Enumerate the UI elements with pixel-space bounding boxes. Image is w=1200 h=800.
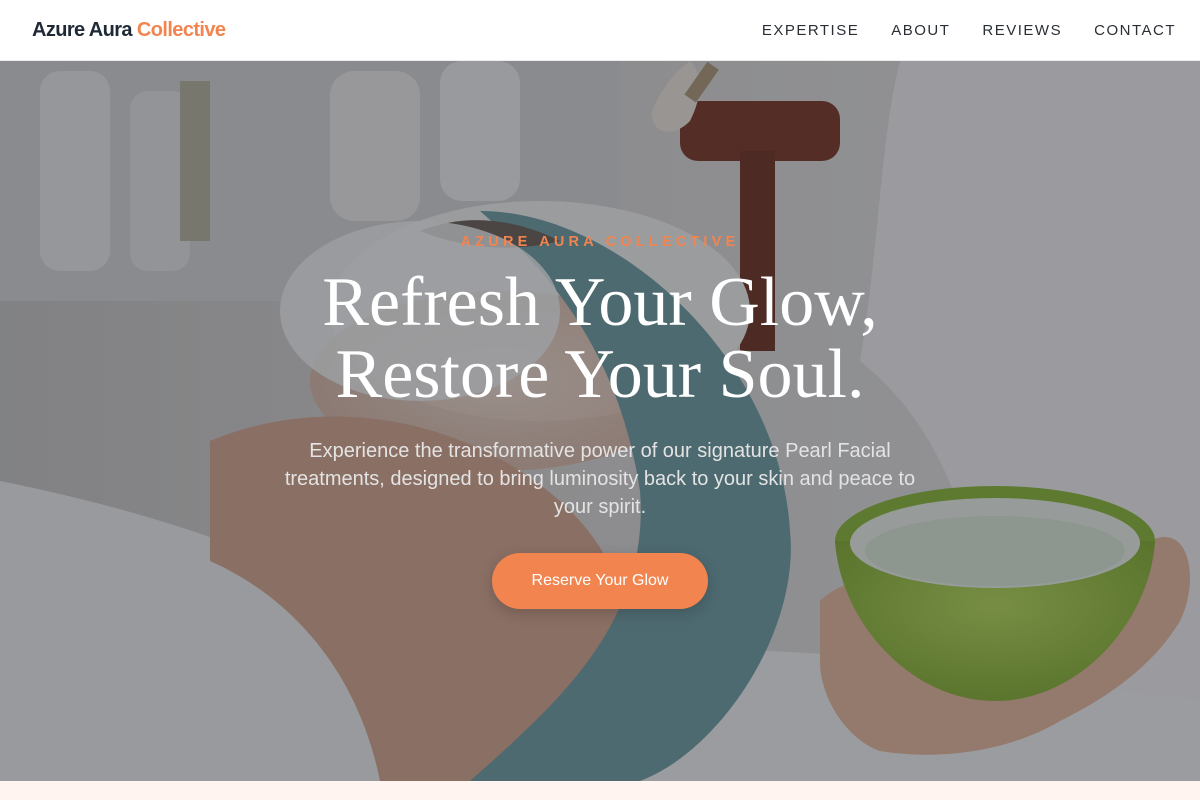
nav-link-contact[interactable]: CONTACT [1094, 22, 1176, 39]
hero-kicker: AZURE AURA COLLECTIVE [460, 234, 740, 250]
nav-link-reviews[interactable]: REVIEWS [982, 22, 1062, 39]
main-nav: EXPERTISE ABOUT REVIEWS CONTACT [762, 22, 1176, 39]
reserve-glow-button[interactable]: Reserve Your Glow [492, 553, 708, 609]
logo-text-primary: Azure Aura [32, 18, 133, 41]
hero-subtitle: Experience the transformative power of o… [284, 440, 916, 518]
next-section-edge [0, 781, 1200, 800]
hero-headline-line1: Refresh Your Glow, [322, 264, 878, 341]
hero-headline-line2: Restore Your Soul. [335, 336, 865, 413]
site-header: Azure Aura Collective EXPERTISE ABOUT RE… [0, 0, 1200, 61]
hero-headline: Refresh Your Glow, Restore Your Soul. [0, 267, 1200, 411]
logo-text-accent: Collective [136, 18, 226, 41]
hero-section: AZURE AURA COLLECTIVE Refresh Your Glow,… [0, 61, 1200, 781]
site-logo[interactable]: Azure Aura Collective [32, 18, 226, 42]
hero-content: AZURE AURA COLLECTIVE Refresh Your Glow,… [0, 61, 1200, 781]
nav-link-about[interactable]: ABOUT [891, 22, 950, 39]
nav-link-expertise[interactable]: EXPERTISE [762, 22, 859, 39]
